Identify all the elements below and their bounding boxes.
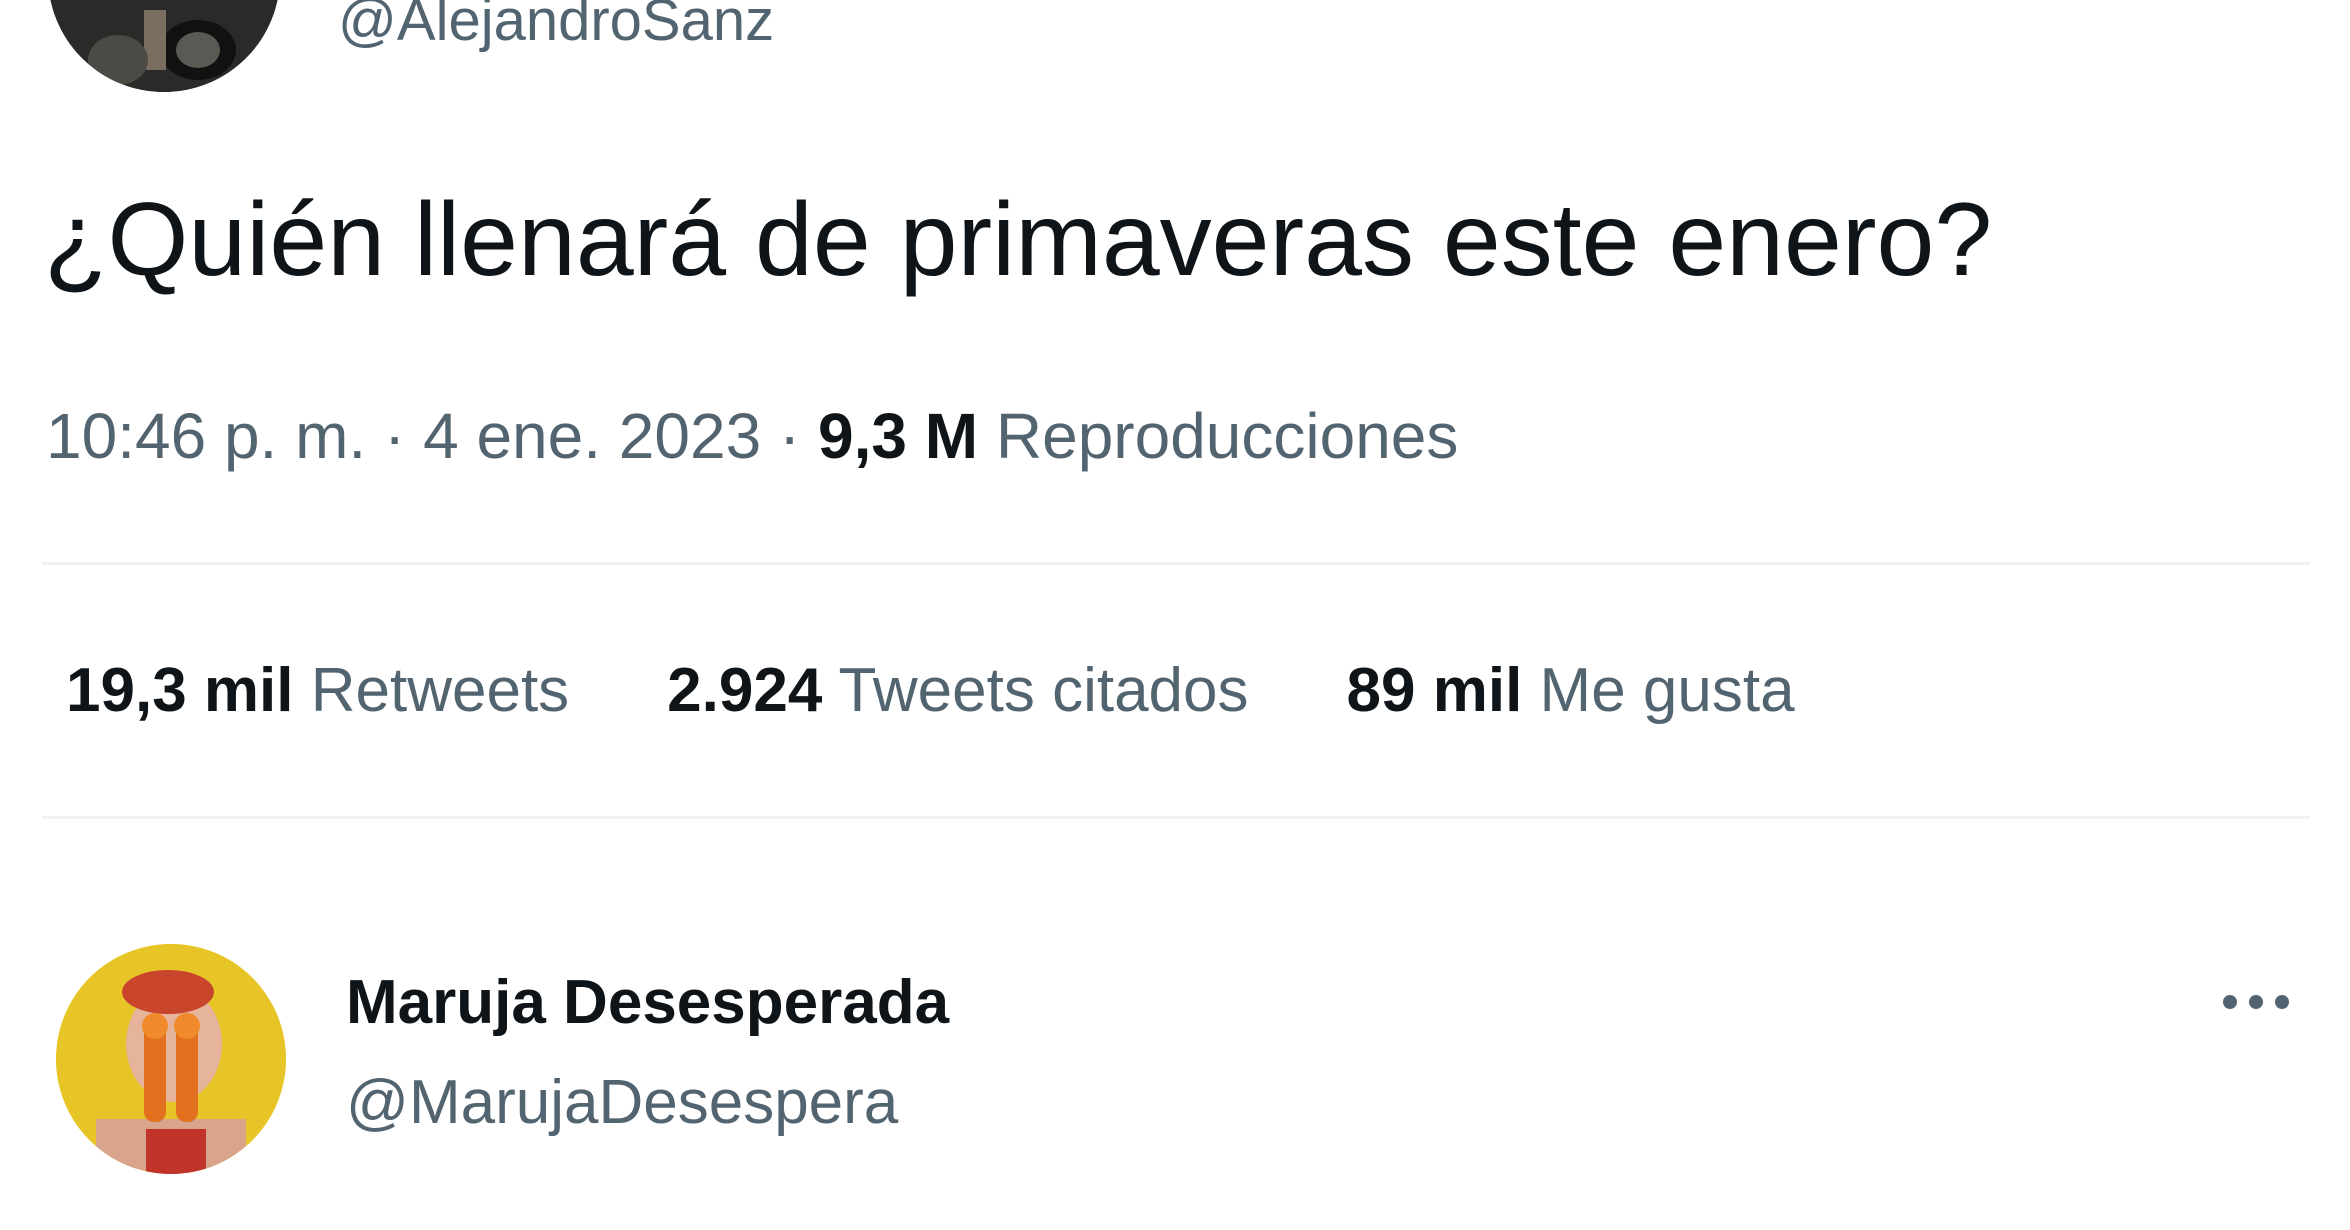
- tweet-date[interactable]: 4 ene. 2023: [423, 400, 761, 472]
- reply-author-handle[interactable]: @MarujaDesespera: [346, 1072, 898, 1134]
- tweet-meta: 10:46 p. m. · 4 ene. 2023 · 9,3 M Reprod…: [46, 404, 1458, 468]
- likes-label: Me gusta: [1539, 656, 1795, 725]
- tweet-text: ¿Quién llenará de primaveras este enero?: [44, 182, 1993, 298]
- retweets-count: 19,3 mil: [66, 656, 294, 725]
- views-count: 9,3 M: [818, 400, 979, 472]
- tweet-time[interactable]: 10:46 p. m.: [46, 400, 366, 472]
- views-label: Reproducciones: [995, 400, 1459, 472]
- author-avatar-image: [48, 0, 280, 92]
- divider: [42, 816, 2310, 819]
- meta-separator: ·: [366, 400, 424, 472]
- tweet-stats: 19,3 mil Retweets 2.924 Tweets citados 8…: [66, 660, 1795, 722]
- quote-tweets-label: Tweets citados: [838, 656, 1249, 725]
- reply-author-name[interactable]: Maruja Desesperada: [346, 972, 949, 1034]
- divider: [42, 562, 2310, 565]
- reply-avatar-image: [56, 944, 286, 1174]
- more-options-button[interactable]: [2216, 980, 2296, 1024]
- reply-avatar[interactable]: [56, 944, 286, 1174]
- author-handle[interactable]: @AlejandroSanz: [338, 0, 774, 50]
- retweets-label: Retweets: [310, 656, 570, 725]
- quote-tweets-stat[interactable]: 2.924 Tweets citados: [667, 660, 1248, 722]
- quote-tweets-count: 2.924: [667, 656, 823, 725]
- likes-stat[interactable]: 89 mil Me gusta: [1347, 660, 1795, 722]
- likes-count: 89 mil: [1346, 656, 1523, 725]
- retweets-stat[interactable]: 19,3 mil Retweets: [66, 660, 569, 722]
- meta-separator: ·: [761, 400, 819, 472]
- author-avatar[interactable]: [48, 0, 280, 92]
- more-horizontal-icon: [2223, 995, 2289, 1009]
